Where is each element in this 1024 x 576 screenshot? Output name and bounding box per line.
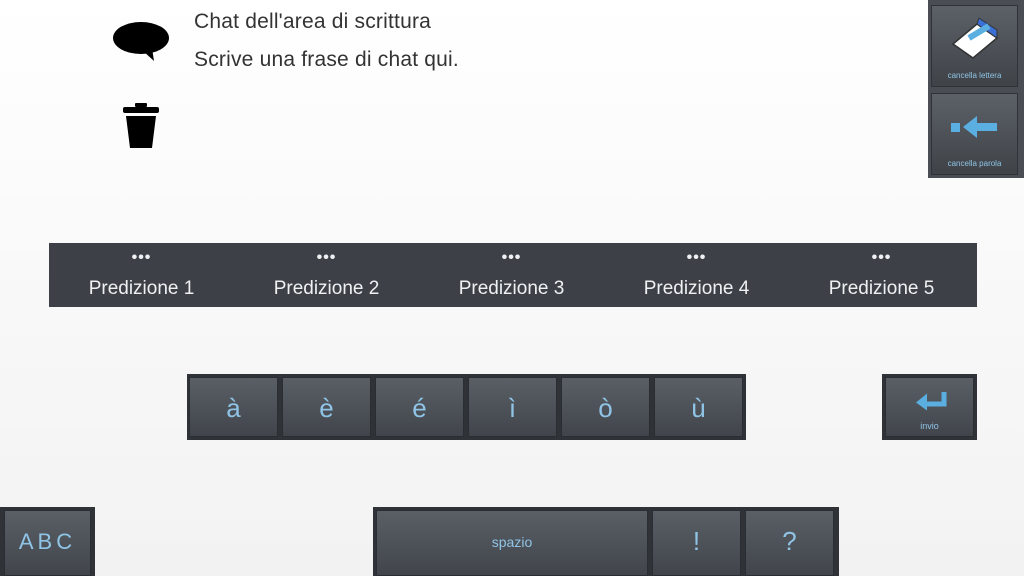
prediction-dots: •••: [316, 249, 337, 266]
enter-key-label: invio: [920, 421, 939, 431]
speech-bubble-icon: [112, 20, 170, 62]
prediction-bar: ••• Predizione 1 ••• Predizione 2 ••• Pr…: [49, 243, 977, 307]
abc-key-frame: ABC: [0, 507, 95, 576]
accent-keys-row: à è é ì ò ù: [187, 374, 746, 440]
prediction-5[interactable]: ••• Predizione 5: [789, 243, 974, 307]
enter-key-frame: invio: [882, 374, 977, 440]
prediction-dots: •••: [501, 249, 522, 266]
chat-area-title: Chat dell'area di scrittura: [194, 10, 432, 33]
space-key[interactable]: spazio: [376, 510, 648, 576]
enter-arrow-icon: [916, 392, 947, 411]
delete-word-button[interactable]: cancella parola: [931, 93, 1018, 175]
key-a-grave[interactable]: à: [189, 377, 278, 437]
prediction-3[interactable]: ••• Predizione 3: [419, 243, 604, 307]
prediction-2[interactable]: ••• Predizione 2: [234, 243, 419, 307]
prediction-1[interactable]: ••• Predizione 1: [49, 243, 234, 307]
prediction-label: Predizione 1: [88, 278, 195, 299]
key-i-grave[interactable]: ì: [468, 377, 557, 437]
exclamation-key[interactable]: !: [652, 510, 741, 576]
question-key[interactable]: ?: [745, 510, 834, 576]
prediction-dots: •••: [871, 249, 892, 266]
prediction-dots: •••: [686, 249, 707, 266]
enter-key[interactable]: invio: [885, 377, 974, 437]
key-u-grave[interactable]: ù: [654, 377, 743, 437]
prediction-label: Predizione 5: [828, 278, 935, 299]
eraser-icon: [951, 18, 998, 59]
prediction-label: Predizione 2: [273, 278, 380, 299]
key-o-grave[interactable]: ò: [561, 377, 650, 437]
bottom-keys-row: spazio ! ?: [373, 507, 839, 576]
prediction-label: Predizione 4: [643, 278, 750, 299]
key-e-grave[interactable]: è: [282, 377, 371, 437]
trash-icon[interactable]: [121, 102, 161, 150]
side-panel: cancella lettera cancella parola: [928, 0, 1024, 178]
key-e-acute[interactable]: é: [375, 377, 464, 437]
abc-key[interactable]: ABC: [4, 510, 91, 576]
prediction-4[interactable]: ••• Predizione 4: [604, 243, 789, 307]
delete-letter-label: cancella lettera: [947, 71, 1002, 80]
delete-letter-button[interactable]: cancella lettera: [931, 5, 1018, 87]
backspace-arrow-icon: [950, 116, 997, 138]
prediction-dots: •••: [131, 249, 152, 266]
delete-word-label: cancella parola: [947, 159, 1002, 168]
chat-message-text[interactable]: Scrive una frase di chat qui.: [194, 48, 459, 72]
prediction-label: Predizione 3: [458, 278, 565, 299]
